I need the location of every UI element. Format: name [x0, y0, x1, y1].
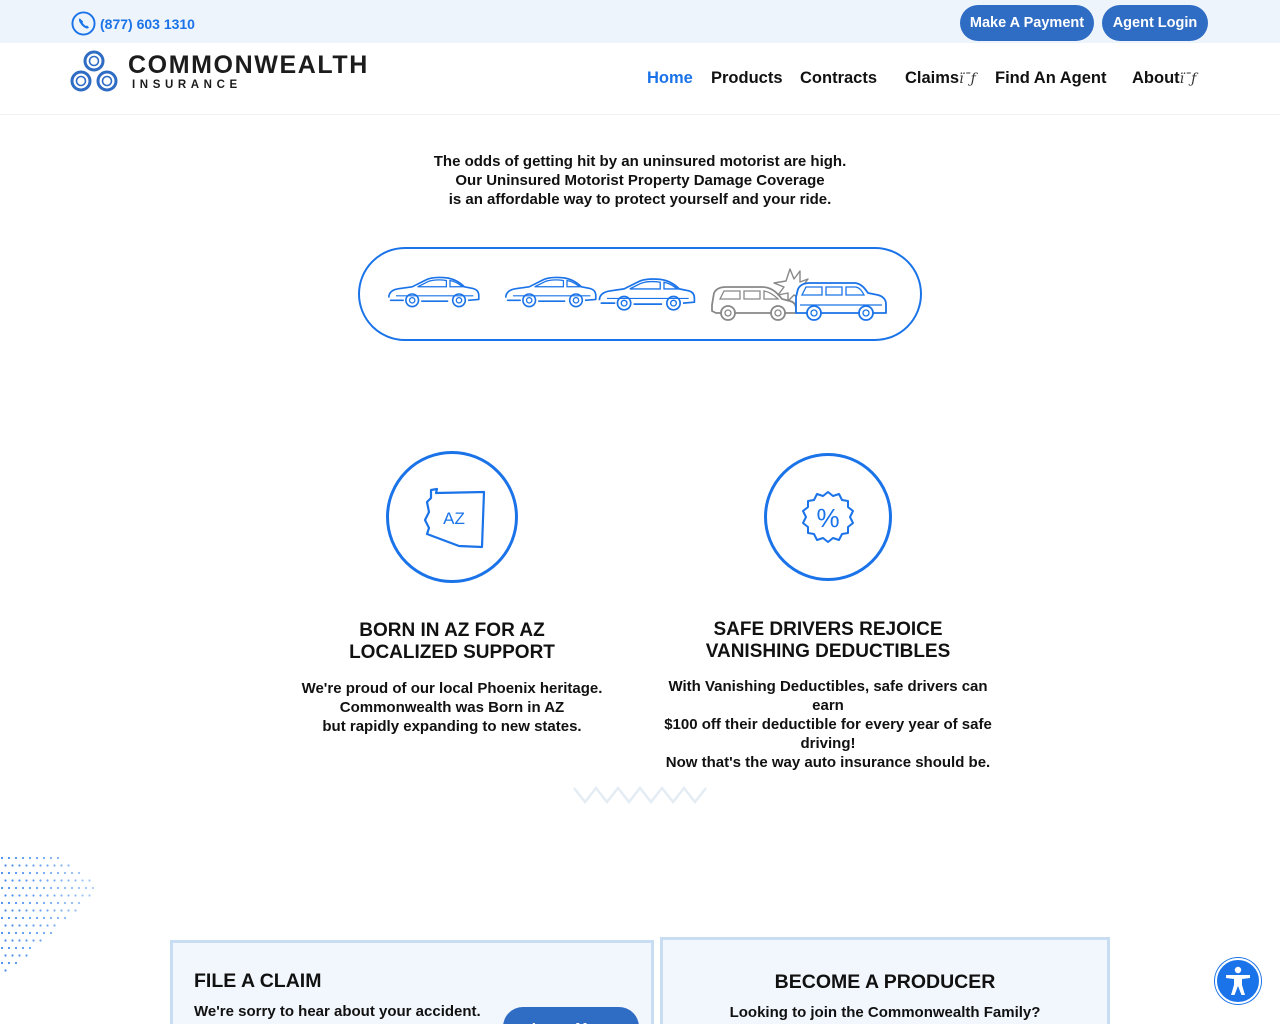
become-producer-text: Looking to join the Commonwealth Family? [729, 1004, 1041, 1021]
logo-name: COMMONWEALTH [128, 51, 369, 79]
percent-badge-icon: % [802, 491, 854, 543]
accessibility-icon [1226, 966, 1250, 995]
nav-contracts[interactable]: Contracts [800, 69, 877, 88]
az-title-line-2: LOCALIZED SUPPORT [349, 642, 555, 663]
percent-icon-text: % [816, 503, 839, 533]
deductible-body-line-2: $100 off their deductible for every year… [664, 716, 992, 752]
deductible-feature-body: With Vanishing Deductibles, safe drivers… [660, 677, 996, 772]
logo-sub: INSURANCE [132, 79, 242, 91]
accessibility-button[interactable] [1215, 958, 1261, 1004]
az-title-line-1: BORN IN AZ FOR AZ [359, 620, 545, 641]
make-payment-button[interactable]: Make A Payment [960, 5, 1094, 41]
become-producer-card: BECOME A PRODUCER Looking to join the Co… [660, 937, 1110, 1024]
file-claim-text: We're sorry to hear about your accident. [194, 1003, 481, 1020]
az-body-line-3: but rapidly expanding to new states. [322, 718, 582, 735]
deductible-feature-title: SAFE DRIVERS REJOICE VANISHING DEDUCTIBL… [678, 619, 978, 663]
nav-home[interactable]: Home [647, 69, 693, 88]
nav-about[interactable]: Aboutï¯ƒ [1132, 69, 1196, 88]
intro-line-3: is an affordable way to protect yourself… [448, 191, 832, 208]
car-collision-illustration [358, 247, 922, 341]
deductible-title-line-2: VANISHING DEDUCTIBLES [705, 641, 951, 662]
learn-more-button[interactable]: Learn More [503, 1007, 639, 1024]
become-producer-title: BECOME A PRODUCER [774, 971, 996, 993]
deductible-body-line-1: With Vanishing Deductibles, safe drivers… [668, 678, 988, 714]
az-feature-title: BORN IN AZ FOR AZ LOCALIZED SUPPORT [302, 620, 602, 664]
dot-pattern-decoration [0, 856, 95, 972]
az-icon-text: AZ [443, 509, 465, 528]
az-body-line-1: We're proud of our local Phoenix heritag… [301, 680, 603, 697]
main-header: COMMONWEALTH INSURANCE Home Products Con… [0, 43, 1280, 115]
deductible-feature-circle: % [764, 453, 892, 581]
about-dropdown-icon: ï¯ƒ [1179, 71, 1197, 87]
top-bar: (877) 603 1310 Make A Payment Agent Logi… [0, 0, 1280, 43]
deductible-body-line-3: Now that's the way auto insurance should… [665, 754, 991, 771]
logo[interactable]: COMMONWEALTH INSURANCE [68, 48, 369, 96]
deductible-title-line-1: SAFE DRIVERS REJOICE [713, 619, 943, 640]
az-feature-body: We're proud of our local Phoenix heritag… [292, 679, 612, 736]
nav-claims[interactable]: Claimsï¯ƒ [905, 69, 976, 88]
cars-icon [387, 268, 887, 321]
arizona-map-icon: AZ [423, 487, 486, 549]
nav-find-agent[interactable]: Find An Agent [995, 69, 1107, 88]
phone-link[interactable]: (877) 603 1310 [71, 11, 195, 36]
nav-claims-label: Claims [905, 69, 960, 87]
phone-icon [71, 11, 96, 36]
az-body-line-2: Commonwealth was Born in AZ [339, 699, 565, 716]
file-claim-title: FILE A CLAIM [194, 970, 322, 992]
phone-number: (877) 603 1310 [100, 15, 195, 32]
claims-dropdown-icon: ï¯ƒ [959, 71, 976, 87]
az-feature-circle: AZ [386, 451, 518, 583]
intro-line-2: Our Uninsured Motorist Property Damage C… [455, 172, 825, 189]
zigzag-divider [573, 785, 707, 805]
logo-wordmark: COMMONWEALTH INSURANCE [128, 52, 369, 92]
logo-mark-icon [70, 50, 118, 92]
intro-line-1: The odds of getting hit by an uninsured … [433, 153, 847, 170]
intro-text: The odds of getting hit by an uninsured … [340, 152, 940, 209]
agent-login-button[interactable]: Agent Login [1102, 5, 1208, 41]
nav-about-label: About [1132, 69, 1180, 87]
file-claim-card: FILE A CLAIM We're sorry to hear about y… [170, 940, 654, 1024]
nav-products[interactable]: Products [711, 69, 783, 88]
